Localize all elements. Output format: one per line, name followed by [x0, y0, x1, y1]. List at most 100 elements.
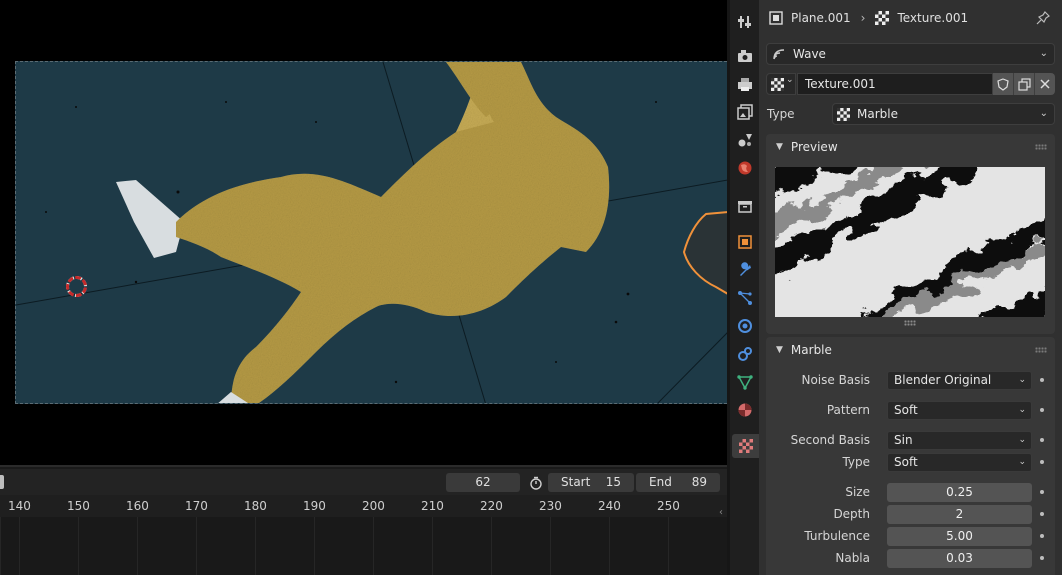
preview-panel: ▼ Preview	[766, 134, 1055, 334]
frame-tick-label: 240	[598, 499, 621, 513]
object-icon[interactable]	[733, 230, 757, 254]
nabla-field[interactable]: 0.03	[887, 549, 1032, 568]
size-field[interactable]: 0.25	[887, 483, 1032, 502]
world-icon[interactable]	[733, 156, 757, 180]
output-icon[interactable]	[733, 72, 757, 96]
modifier-select-value: Wave	[793, 47, 826, 61]
timeline-header: 62 Start 15 End 89	[0, 469, 727, 495]
marble-type-select[interactable]: Soft ⌄	[887, 453, 1032, 472]
drag-grip-icon[interactable]	[1035, 144, 1047, 150]
tool-icon[interactable]	[733, 10, 757, 34]
particles-icon[interactable]	[733, 286, 757, 310]
chevron-down-icon: ⌄	[1018, 435, 1026, 445]
fake-user-button[interactable]	[993, 73, 1014, 95]
3d-viewport[interactable]	[0, 0, 727, 465]
marble-type-value: Soft	[894, 455, 918, 469]
texture-icon[interactable]	[732, 434, 759, 458]
collection-icon[interactable]	[733, 194, 757, 218]
frame-tick-label: 170	[185, 499, 208, 513]
texture-type-value: Marble	[857, 107, 898, 121]
chevron-down-icon: ⌄	[1039, 108, 1048, 119]
blender-window: 62 Start 15 End 89 140 150 160 170 180 190 200…	[0, 0, 1062, 575]
keyframe-dot-icon[interactable]	[1040, 378, 1044, 382]
depth-label: Depth	[833, 507, 870, 521]
material-icon[interactable]	[733, 398, 757, 422]
keyframe-dot-icon[interactable]	[1040, 512, 1044, 516]
texture-type-select[interactable]: Marble ⌄	[832, 103, 1055, 125]
modifier-icon[interactable]	[733, 258, 757, 282]
keyframe-dot-icon[interactable]	[1040, 534, 1044, 538]
collapse-arrow-icon[interactable]: ‹	[719, 507, 723, 518]
noise-basis-value: Blender Original	[894, 373, 992, 387]
type-label: Type	[767, 107, 795, 121]
pin-icon[interactable]	[1036, 11, 1050, 25]
physics-icon[interactable]	[733, 314, 757, 338]
current-frame-field[interactable]: 62	[446, 473, 520, 492]
pattern-label: Pattern	[826, 403, 870, 417]
pattern-select[interactable]: Soft ⌄	[887, 401, 1032, 420]
marble-panel-header[interactable]: ▼ Marble	[766, 337, 1055, 363]
keyframe-dot-icon[interactable]	[1040, 490, 1044, 494]
end-frame-value: 89	[691, 475, 707, 489]
preview-panel-title: Preview	[790, 140, 838, 154]
3d-cursor-icon[interactable]	[66, 276, 87, 297]
timeline-editor[interactable]: 62 Start 15 End 89 140 150 160 170 180 190 200…	[0, 465, 727, 575]
close-icon	[1040, 79, 1050, 89]
marble-panel-title: Marble	[790, 343, 832, 357]
marble-texture-preview	[775, 167, 1045, 317]
chevron-down-icon: ⌄	[1018, 375, 1026, 385]
second-basis-label: Second Basis	[790, 433, 870, 447]
preview-resize-handle[interactable]	[904, 320, 916, 326]
frame-tick-label: 180	[244, 499, 267, 513]
duplicate-texture-button[interactable]	[1014, 73, 1035, 95]
timeline-keyframe-area[interactable]	[0, 517, 727, 575]
end-frame-field[interactable]: End 89	[636, 473, 720, 492]
marble-panel: ▼ Marble Noise Basis Blender Original ⌄ P…	[766, 337, 1055, 575]
render-icon[interactable]	[733, 44, 757, 68]
scene-icon[interactable]	[733, 128, 757, 152]
constraints-icon[interactable]	[733, 342, 757, 366]
marble-type-label: Type	[842, 455, 870, 469]
frame-tick-label: 200	[362, 499, 385, 513]
end-frame-label: End	[649, 475, 672, 489]
frame-tick-label: 190	[303, 499, 326, 513]
keyframe-dot-icon[interactable]	[1040, 408, 1044, 412]
frame-tick-label: 230	[539, 499, 562, 513]
texture-name-value: Texture.001	[805, 77, 876, 91]
keyframe-dot-icon[interactable]	[1040, 438, 1044, 442]
drag-grip-icon[interactable]	[1035, 347, 1047, 353]
figure-sculpture	[176, 62, 610, 403]
keyframe-dot-icon[interactable]	[1040, 556, 1044, 560]
breadcrumb-object: Plane.001	[791, 11, 851, 25]
preview-panel-header[interactable]: ▼ Preview	[766, 134, 1055, 160]
data-icon[interactable]	[733, 370, 757, 394]
view-layer-icon[interactable]	[733, 100, 757, 124]
editor-type-icon[interactable]	[0, 475, 4, 489]
turbulence-label: Turbulence	[804, 529, 870, 543]
texture-browse-button[interactable]: ⌄	[766, 73, 796, 95]
texture-name-field[interactable]: Texture.001	[797, 73, 993, 95]
selected-object-outline	[682, 211, 727, 295]
figure-foot	[116, 180, 184, 258]
checker-texture-icon	[875, 11, 890, 25]
chevron-down-icon: ⌄	[1039, 48, 1048, 59]
frame-ruler[interactable]: 140 150 160 170 180 190 200 210 220 230 240 250	[0, 495, 727, 517]
turbulence-field[interactable]: 5.00	[887, 527, 1032, 546]
breadcrumb: Plane.001 › Texture.001	[759, 0, 1062, 36]
unlink-texture-button[interactable]	[1035, 73, 1055, 95]
keyframe-dot-icon[interactable]	[1040, 460, 1044, 464]
frame-tick-label: 220	[480, 499, 503, 513]
object-icon	[769, 11, 783, 25]
breadcrumb-separator-icon: ›	[860, 11, 866, 25]
size-label: Size	[845, 485, 870, 499]
modifier-texture-source-select[interactable]: Wave ⌄	[766, 43, 1055, 65]
second-basis-select[interactable]: Sin ⌄	[887, 431, 1032, 450]
start-frame-value: 15	[605, 475, 621, 489]
stopwatch-icon[interactable]	[526, 473, 546, 492]
wave-modifier-icon	[773, 49, 785, 60]
camera-frame	[15, 61, 727, 404]
start-frame-field[interactable]: Start 15	[548, 473, 634, 492]
chevron-down-icon: ⌄	[1018, 405, 1026, 415]
noise-basis-select[interactable]: Blender Original ⌄	[887, 371, 1032, 390]
depth-field[interactable]: 2	[887, 505, 1032, 524]
